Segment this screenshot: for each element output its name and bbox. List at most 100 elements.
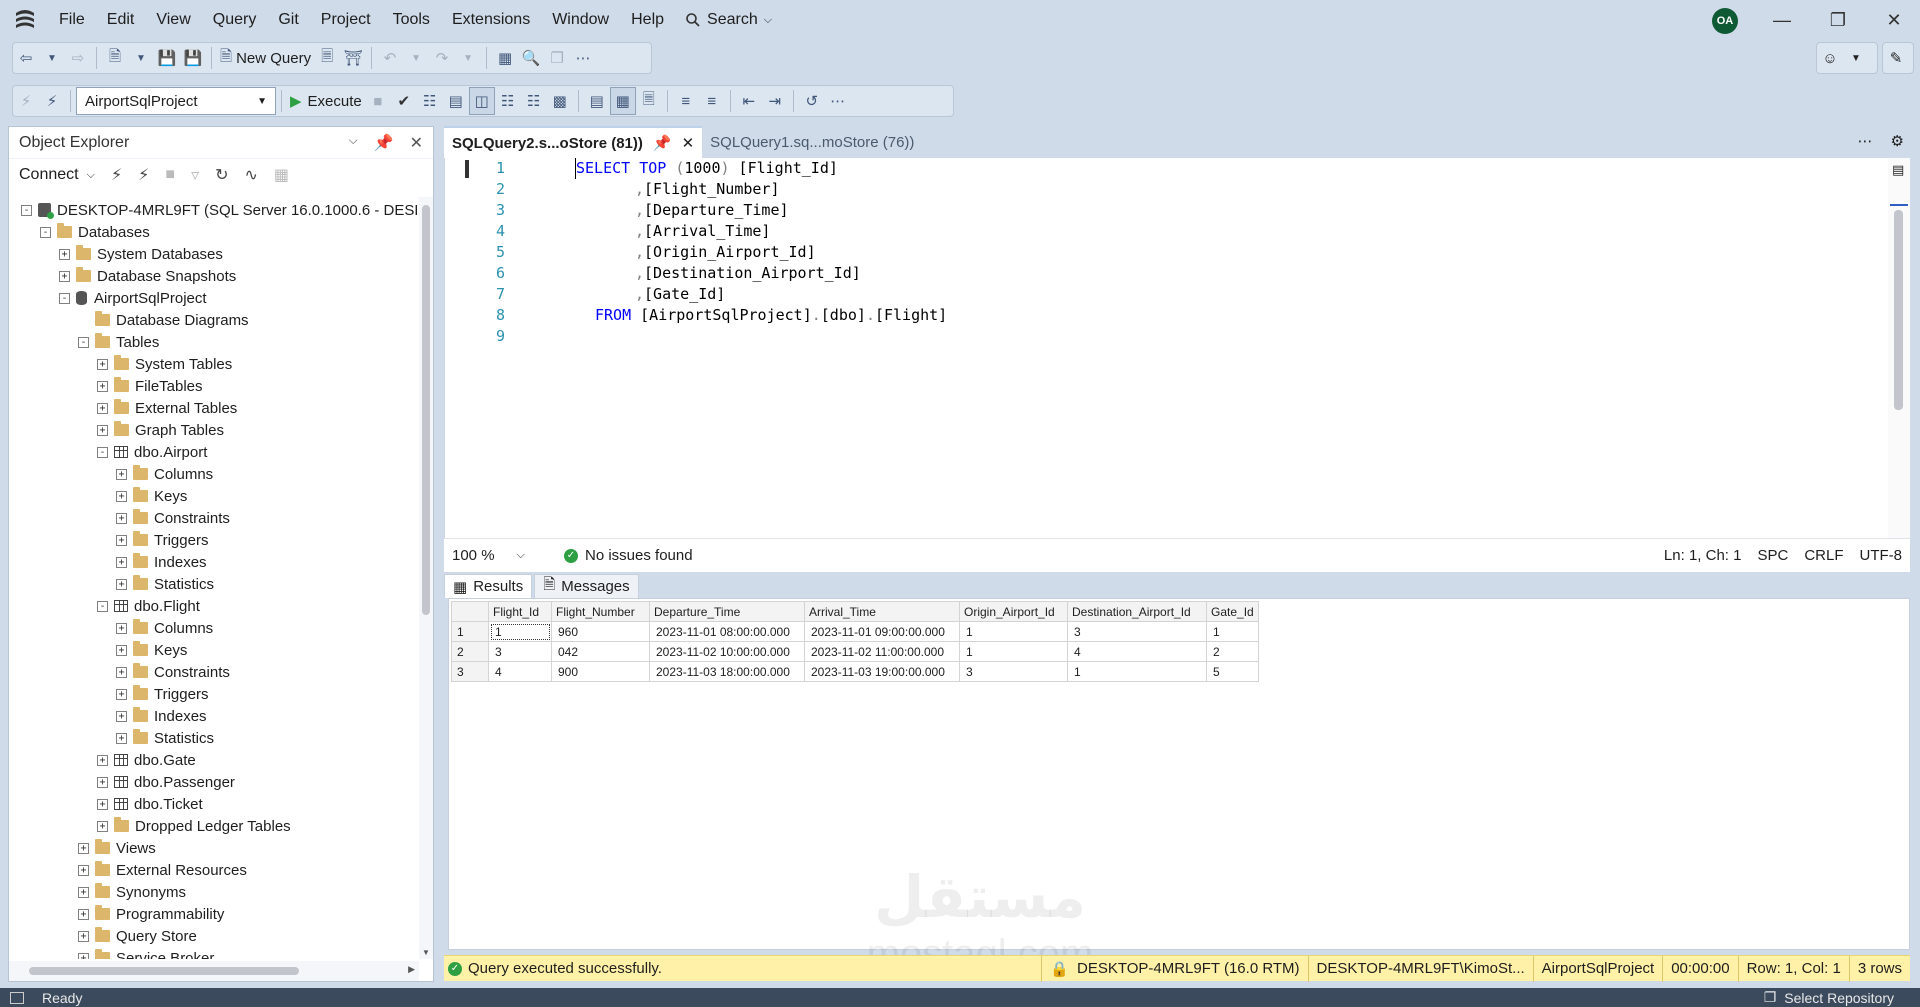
actual-plan-button[interactable]: ☷ — [495, 87, 521, 115]
tree-node[interactable]: + Constraints — [116, 661, 230, 683]
select-repository-button[interactable]: ❐ Select Repository — [1764, 989, 1894, 1006]
collapse-icon[interactable]: - — [97, 600, 108, 612]
expand-icon[interactable]: + — [116, 688, 127, 700]
table-cell[interactable]: 2023-11-01 08:00:00.000 — [649, 621, 805, 642]
execute-button[interactable]: ▶ Execute — [287, 87, 365, 115]
table-cell[interactable]: 900 — [551, 661, 650, 682]
tree-node[interactable]: + System Databases — [59, 243, 223, 265]
expand-icon[interactable]: + — [59, 270, 70, 282]
specify-values-button[interactable]: ↺ — [799, 87, 825, 115]
close-panel-icon[interactable]: ✕ — [410, 133, 423, 153]
table-cell[interactable]: 4 — [488, 661, 552, 682]
tree-node[interactable]: + Columns — [116, 463, 213, 485]
intellisense-button[interactable]: ◫ — [468, 87, 495, 115]
tree-node[interactable]: + Keys — [116, 485, 187, 507]
column-header[interactable]: Flight_Id — [488, 601, 552, 622]
expand-icon[interactable]: + — [78, 842, 89, 854]
column-header[interactable]: Gate_Id — [1206, 601, 1259, 622]
menu-view[interactable]: View — [145, 0, 201, 40]
live-stats-button[interactable]: ☷ — [521, 87, 547, 115]
menu-git[interactable]: Git — [267, 0, 309, 40]
editor-vertical-scrollbar[interactable]: ▤ — [1888, 158, 1910, 538]
menu-extensions[interactable]: Extensions — [441, 0, 541, 40]
results-to-text-button[interactable]: ▤ — [584, 87, 610, 115]
table-cell[interactable]: 960 — [551, 621, 650, 642]
tree-vertical-scrollbar[interactable]: ▼ — [419, 197, 433, 959]
tree-node[interactable]: + Dropped Ledger Tables — [97, 815, 291, 837]
table-cell[interactable]: 1 — [959, 641, 1068, 662]
available-databases-select[interactable]: AirportSqlProject ▼ — [76, 87, 276, 115]
menu-project[interactable]: Project — [310, 0, 382, 40]
close-tab-icon[interactable]: ✕ — [682, 134, 695, 152]
decrease-indent-button[interactable]: ⇤ — [736, 87, 762, 115]
tree-node[interactable]: + Constraints — [116, 507, 230, 529]
tree-node[interactable]: + Triggers — [116, 683, 208, 705]
expand-icon[interactable]: + — [97, 358, 108, 370]
tree-horizontal-scrollbar[interactable]: ▶ — [9, 961, 419, 981]
tree-node[interactable]: - DESKTOP-4MRL9FT (SQL Server 16.0.1000.6… — [21, 199, 417, 221]
menu-window[interactable]: Window — [541, 0, 620, 40]
expand-icon[interactable]: + — [97, 424, 108, 436]
tree-node[interactable]: + Graph Tables — [97, 419, 224, 441]
filter-icon[interactable]: ▿ — [191, 165, 199, 185]
tree-node[interactable]: + Service Broker — [78, 947, 214, 959]
minimize-button[interactable]: — — [1754, 0, 1810, 40]
scroll-thumb[interactable] — [422, 205, 430, 615]
expand-icon[interactable]: + — [97, 776, 108, 788]
expand-icon[interactable]: + — [116, 666, 127, 678]
column-header[interactable]: Origin_Airport_Id — [959, 601, 1068, 622]
scroll-thumb[interactable] — [1894, 210, 1903, 410]
row-number[interactable]: 2 — [451, 641, 489, 662]
tree-node[interactable]: + Indexes — [116, 705, 207, 727]
expand-icon[interactable]: + — [97, 820, 108, 832]
search-menu[interactable]: Search ⌵ — [675, 11, 782, 29]
expand-icon[interactable]: + — [116, 644, 127, 656]
tree-node[interactable]: + Programmability — [78, 903, 224, 925]
more-options-button-2[interactable]: ⋯ — [825, 87, 851, 115]
column-header[interactable]: Flight_Number — [551, 601, 650, 622]
uncomment-button[interactable]: ≡ — [699, 87, 725, 115]
expand-icon[interactable]: + — [78, 952, 89, 959]
tab-messages[interactable]: 🗎 Messages — [534, 574, 639, 598]
tree-node[interactable]: + dbo.Gate — [97, 749, 196, 771]
table-cell[interactable]: 1 — [1206, 621, 1259, 642]
tree-node[interactable]: + Database Snapshots — [59, 265, 236, 287]
tree-node[interactable]: + Statistics — [116, 727, 214, 749]
cursor-position[interactable]: Ln: 1, Ch: 1 — [1656, 547, 1750, 564]
feedback-button[interactable]: ✎ — [1883, 44, 1909, 72]
issues-indicator[interactable]: ✓ No issues found — [564, 547, 693, 564]
copilot-dropdown-button[interactable]: ▼ — [1843, 44, 1869, 72]
change-connection-button[interactable]: ⚡ — [39, 87, 65, 115]
stop-icon[interactable]: ■ — [165, 166, 175, 184]
menu-file[interactable]: File — [48, 0, 96, 40]
connect-button[interactable]: ⚡ — [13, 87, 39, 115]
increase-indent-button[interactable]: ⇥ — [762, 87, 788, 115]
find-in-files-button[interactable]: 🔍 — [518, 44, 544, 72]
tree-node[interactable]: + dbo.Ticket — [97, 793, 203, 815]
expand-icon[interactable]: + — [97, 798, 108, 810]
tree-node[interactable]: + Views — [78, 837, 156, 859]
tree-node[interactable]: + FileTables — [97, 375, 203, 397]
table-cell[interactable]: 2 — [1206, 641, 1259, 662]
collapse-icon[interactable]: - — [21, 204, 32, 216]
whitespace-mode[interactable]: SPC — [1749, 547, 1796, 564]
tree-node[interactable]: + Query Store — [78, 925, 197, 947]
expand-icon[interactable]: + — [116, 622, 127, 634]
expand-icon[interactable]: + — [78, 864, 89, 876]
expand-icon[interactable]: + — [116, 556, 127, 568]
pin-icon[interactable]: 📌 — [653, 134, 672, 152]
disconnect-icon[interactable]: ⚡ — [138, 165, 149, 185]
tree-node[interactable]: + System Tables — [97, 353, 232, 375]
menu-edit[interactable]: Edit — [96, 0, 146, 40]
query-editor[interactable]: 1 2 3 4 5 6 7 8 9 SELECT TOP (1000) [Fli… — [444, 158, 1910, 538]
registered-servers-button[interactable]: ❐ — [544, 44, 570, 72]
tree-node[interactable]: + Triggers — [116, 529, 208, 551]
menu-query[interactable]: Query — [202, 0, 268, 40]
row-number[interactable]: 1 — [451, 621, 489, 642]
menu-help[interactable]: Help — [620, 0, 675, 40]
undo-button[interactable]: ↶ — [377, 44, 403, 72]
new-query-button[interactable]: 🗎 New Query — [217, 44, 314, 72]
scroll-right-icon[interactable]: ▶ — [408, 964, 415, 975]
column-header[interactable]: Arrival_Time — [804, 601, 960, 622]
expand-icon[interactable]: + — [97, 754, 108, 766]
